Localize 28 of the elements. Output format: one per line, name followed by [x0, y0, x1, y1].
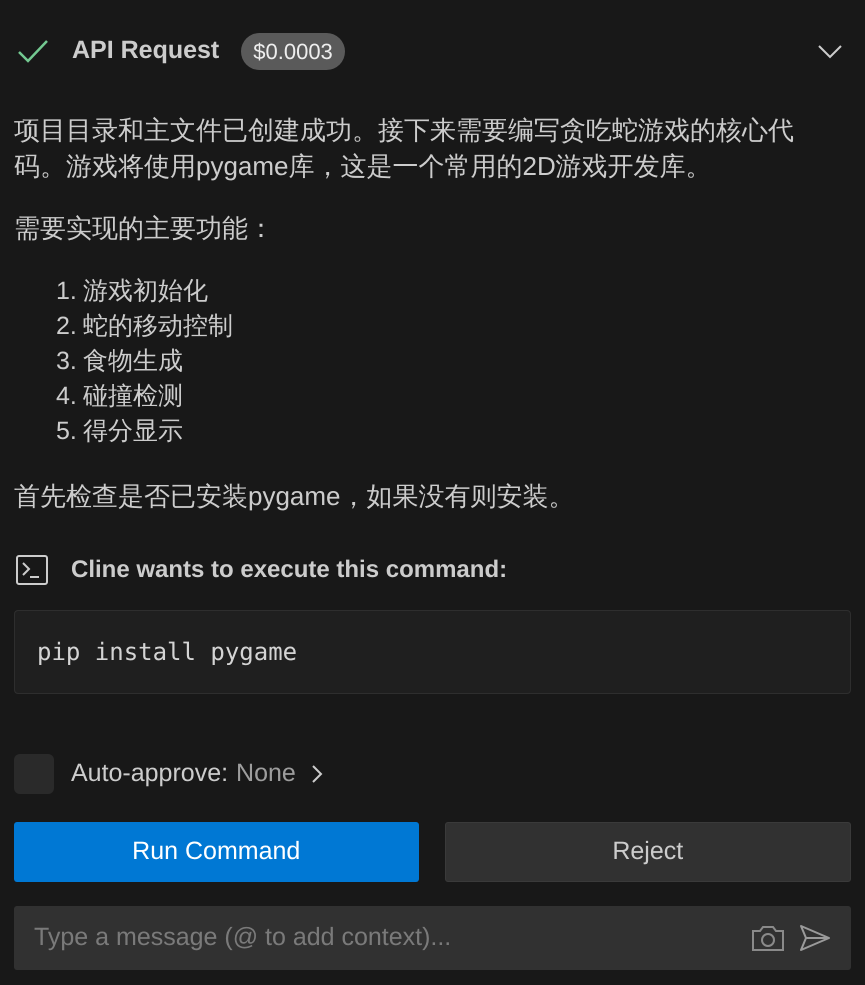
- list-title: 需要实现的主要功能：: [14, 212, 275, 245]
- outro-paragraph: 首先检查是否已安装pygame，如果没有则安装。: [14, 480, 576, 513]
- message-input[interactable]: Type a message (@ to add context)...: [14, 906, 851, 970]
- list-number: 4.: [56, 381, 77, 412]
- cost-badge: $0.0003: [241, 32, 345, 70]
- command-title: Cline wants to execute this command:: [71, 555, 508, 585]
- list-item: 游戏初始化: [82, 276, 208, 307]
- list-number: 3.: [56, 346, 77, 377]
- list-item: 食物生成: [82, 346, 183, 377]
- terminal-icon: [15, 554, 49, 586]
- list-number: 5.: [56, 416, 77, 447]
- intro-paragraph: 项目目录和主文件已创建成功。接下来需要编写贪吃蛇游戏的核心代码。游戏将使用pygame库，这是一个常用的2D游戏开发库。: [14, 114, 795, 183]
- camera-icon[interactable]: [751, 924, 785, 952]
- chevron-right-icon[interactable]: [310, 763, 324, 785]
- auto-approve-label: Auto-approve:: [71, 758, 228, 790]
- list-number: 2.: [56, 311, 77, 342]
- reject-button[interactable]: Reject: [444, 822, 851, 882]
- message-field[interactable]: Type a message (@ to add context)...: [34, 919, 741, 957]
- run-command-button[interactable]: Run Command: [14, 822, 418, 882]
- list-number: 1.: [56, 276, 77, 307]
- send-icon[interactable]: [799, 924, 831, 952]
- code-block: pip install pygame: [14, 610, 851, 694]
- request-title: API Request: [72, 35, 220, 66]
- chevron-icon[interactable]: [817, 43, 843, 59]
- list-item: 得分显示: [82, 416, 183, 447]
- list-item: 蛇的移动控制: [82, 311, 233, 342]
- auto-approve-value[interactable]: None: [236, 755, 296, 793]
- list-item: 碰撞检测: [82, 381, 183, 412]
